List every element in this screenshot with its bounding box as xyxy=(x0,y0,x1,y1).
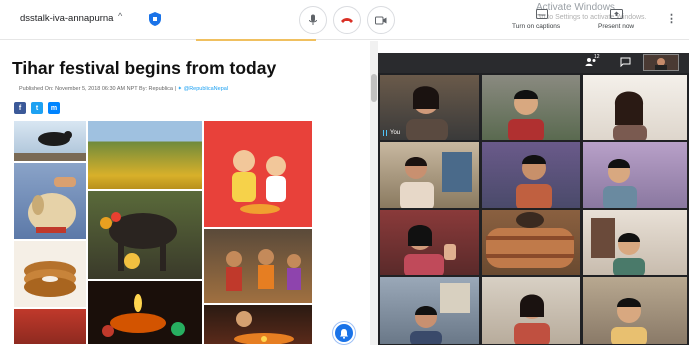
rangoli-image xyxy=(234,311,294,344)
collage-bhai-tika-illustration xyxy=(203,120,313,228)
siblings-illustration xyxy=(232,150,286,214)
chevron-up-icon[interactable]: ^ xyxy=(118,11,122,21)
participant-video xyxy=(410,283,470,344)
article-title: Tihar festival begins from today xyxy=(12,58,277,78)
notification-bell-button[interactable] xyxy=(333,322,355,344)
video-tile-self[interactable]: You xyxy=(379,74,480,141)
cow-image xyxy=(100,212,177,271)
participant-video xyxy=(611,298,647,344)
video-tile-participant-6[interactable] xyxy=(582,141,688,209)
chat-icon[interactable] xyxy=(620,57,631,67)
twitter-bird-icon: ✦ xyxy=(177,86,183,92)
screen: dsstalk-iva-annapurna ^ Activate Windows xyxy=(0,0,689,345)
collage-diyo-lamp-photo xyxy=(87,280,203,345)
meeting-name[interactable]: dsstalk-iva-annapurna xyxy=(20,13,113,24)
twitter-share-button[interactable]: t xyxy=(31,102,43,114)
video-tile-participant-3[interactable] xyxy=(582,74,688,141)
facebook-share-button[interactable]: f xyxy=(14,102,26,114)
video-tile-participant-12[interactable] xyxy=(582,276,688,345)
self-preview-image xyxy=(655,58,667,70)
diyo-image xyxy=(102,294,185,337)
published-info: Published On: November 5, 2018 06:30 AM … xyxy=(19,86,173,92)
captions-icon[interactable] xyxy=(536,9,548,19)
microphone-icon xyxy=(309,14,317,25)
messenger-share-button[interactable]: m xyxy=(48,102,60,114)
participant-video xyxy=(603,159,637,208)
collage-marigold-field-photo xyxy=(87,120,203,190)
video-tile-participant-8[interactable] xyxy=(481,209,581,276)
camera-button[interactable] xyxy=(367,6,395,34)
collage-cow-worship-photo xyxy=(87,190,203,280)
shield-icon[interactable] xyxy=(148,11,162,27)
activate-windows-subtitle: Go to Settings to activate Windows. xyxy=(536,14,647,21)
speaking-indicator-icon xyxy=(383,130,387,136)
participant-video xyxy=(404,225,456,275)
self-preview-thumbnail[interactable] xyxy=(643,54,679,71)
article-meta: Published On: November 5, 2018 06:30 AM … xyxy=(19,86,228,92)
participant-video xyxy=(613,91,647,140)
microphone-button[interactable] xyxy=(299,6,327,34)
crow-image xyxy=(14,131,86,161)
end-call-button[interactable] xyxy=(333,6,361,34)
more-options-icon[interactable]: ⋮ xyxy=(666,12,677,25)
family-image xyxy=(226,249,301,291)
video-tile-participant-2[interactable] xyxy=(481,74,581,141)
participant-video xyxy=(516,155,552,208)
participant-video xyxy=(508,90,544,140)
participant-video xyxy=(591,218,645,275)
video-tile-participant-9[interactable] xyxy=(582,209,688,276)
self-tile-label: You xyxy=(390,130,401,136)
hang-up-icon xyxy=(341,18,353,23)
dog-image xyxy=(28,177,76,233)
participant-count: 12 xyxy=(594,54,600,60)
collage-family-ritual-photo xyxy=(203,228,313,304)
video-tile-participant-5[interactable] xyxy=(481,141,581,209)
participant-video xyxy=(400,152,472,208)
bell-icon xyxy=(340,328,348,339)
video-tile-participant-10[interactable] xyxy=(379,276,480,345)
twitter-handle-link[interactable]: @RepublicaNepal xyxy=(184,86,228,92)
article-scrollbar-thumb[interactable] xyxy=(371,74,377,102)
video-camera-icon xyxy=(375,16,387,24)
video-tile-participant-11[interactable] xyxy=(481,276,581,345)
article-panel: Tihar festival begins from today Publish… xyxy=(0,41,370,345)
sel-roti-image xyxy=(24,261,76,297)
collage-crow-photo xyxy=(13,120,87,162)
participant-video xyxy=(514,294,550,344)
collage-sel-roti-photo xyxy=(13,240,87,308)
meta-separator: | xyxy=(174,86,176,92)
collage-dog-photo xyxy=(13,162,87,240)
video-tile-participant-4[interactable] xyxy=(379,141,480,209)
present-button-label[interactable]: Present now xyxy=(598,23,634,30)
participant-video xyxy=(486,212,574,268)
collage-crowd-photo xyxy=(13,308,87,345)
captions-button-label[interactable]: Turn on captions xyxy=(512,23,560,30)
meeting-top-bar: dsstalk-iva-annapurna ^ Activate Windows xyxy=(0,0,689,40)
present-screen-icon[interactable] xyxy=(610,9,623,19)
collage-rangoli-girl-photo xyxy=(203,304,313,345)
video-tile-participant-7[interactable] xyxy=(379,209,480,276)
